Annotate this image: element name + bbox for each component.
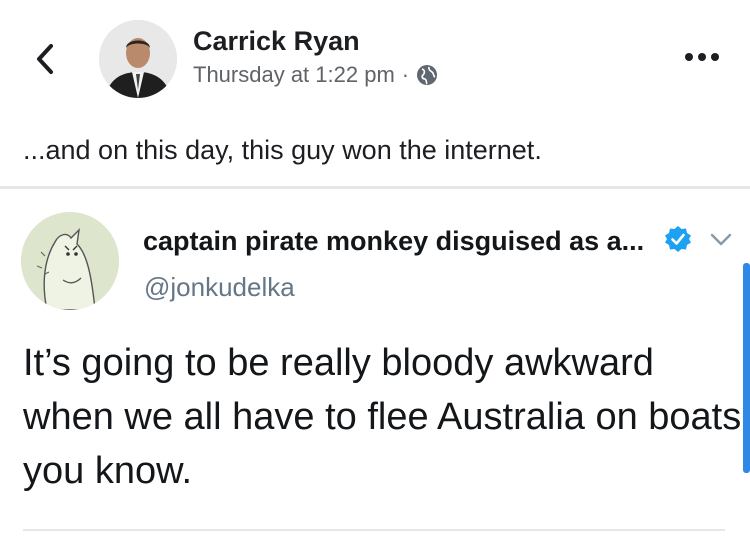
more-options-button[interactable]	[683, 45, 721, 69]
tweet-handle[interactable]: @jonkudelka	[144, 272, 295, 303]
back-button[interactable]	[32, 42, 60, 76]
more-options-icon	[685, 53, 719, 61]
author-photo	[99, 20, 177, 98]
globe-icon	[417, 65, 438, 85]
bottom-divider	[23, 529, 725, 531]
scrollbar[interactable]	[743, 263, 750, 473]
meta-separator: ·	[401, 62, 410, 87]
tweet-display-name[interactable]: captain pirate monkey disguised as a...	[143, 226, 644, 257]
tweet-avatar-drawing	[21, 212, 119, 310]
post-caption: ...and on this day, this guy won the int…	[23, 135, 542, 165]
author-name[interactable]: Carrick Ryan	[193, 26, 360, 57]
tweet-menu-button[interactable]	[708, 229, 734, 249]
tweet-avatar[interactable]	[21, 212, 119, 310]
divider	[0, 186, 750, 189]
chevron-left-icon	[37, 44, 53, 74]
post-timestamp[interactable]: Thursday at 1:22 pm	[193, 62, 395, 88]
author-avatar[interactable]	[99, 20, 177, 98]
chevron-down-icon	[710, 233, 732, 246]
verified-badge-icon	[665, 226, 691, 252]
post-meta: Thursday at 1:22 pm ·	[193, 62, 438, 88]
tweet-text: It’s going to be really bloody awkward w…	[23, 342, 742, 492]
